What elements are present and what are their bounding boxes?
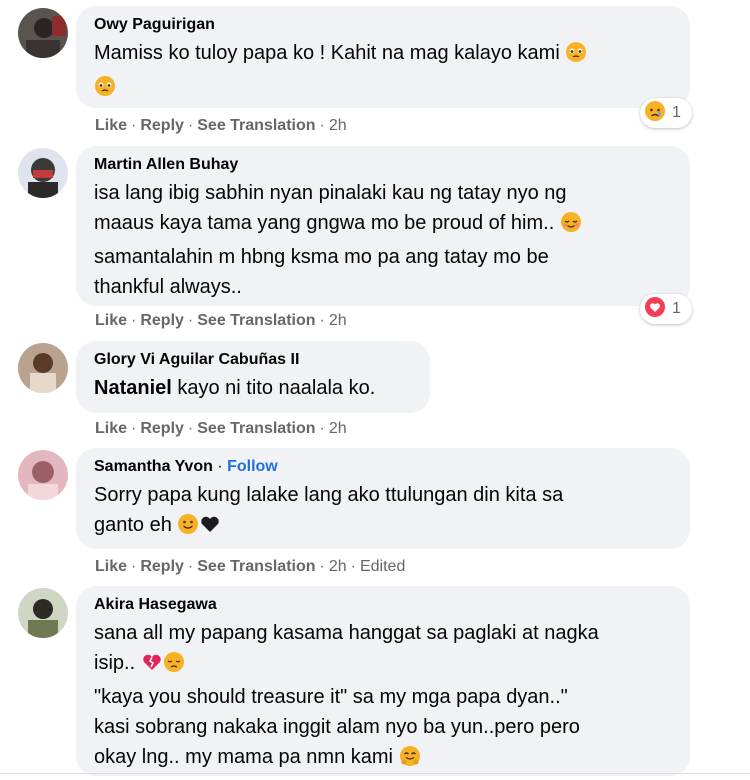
smiling-face-icon — [177, 513, 199, 544]
reply-button[interactable]: Reply — [140, 312, 184, 329]
comment-author: Samantha Yvon · Follow — [94, 458, 278, 475]
avatar[interactable] — [18, 8, 68, 58]
comment-text-line: isip.. — [94, 652, 136, 674]
comment-bubble: Samantha Yvon · Follow Sorry papa kung l… — [76, 448, 690, 549]
comment-text-line: sana all my papang kasama hanggat sa pag… — [94, 622, 599, 644]
comment-actions: Like · Reply · See Translation · 2h · Edited — [95, 558, 406, 575]
comment-text-line: kasi sobrang nakaka inggit alam nyo ba y… — [94, 716, 580, 738]
comment-timestamp[interactable]: 2h — [329, 420, 347, 437]
comment-bubble: Glory Vi Aguilar Cabuñas II Nataniel kay… — [76, 341, 430, 413]
comment-timestamp[interactable]: 2h — [329, 117, 347, 134]
reaction-count: 1 — [672, 300, 681, 317]
comment-text-line: Sorry papa kung lalake lang ako ttulunga… — [94, 484, 564, 506]
avatar[interactable] — [18, 148, 68, 198]
mention-link[interactable]: Nataniel — [94, 377, 172, 399]
comment-actions: Like · Reply · See Translation · 2h — [95, 312, 347, 329]
avatar[interactable] — [18, 588, 68, 638]
see-translation-link[interactable]: See Translation — [197, 558, 315, 575]
comment-text: Mamiss ko tuloy papa ko ! Kahit na mag k… — [94, 42, 560, 64]
reply-button[interactable]: Reply — [140, 558, 184, 575]
comment-text-line: okay lng.. my mama pa nmn kami — [94, 746, 393, 768]
see-translation-link[interactable]: See Translation — [197, 420, 315, 437]
reaction-summary[interactable]: 1 — [640, 294, 692, 324]
like-button[interactable]: Like — [95, 117, 127, 134]
follow-button[interactable]: Follow — [227, 458, 278, 475]
reply-button[interactable]: Reply — [140, 420, 184, 437]
comment-timestamp[interactable]: 2h — [329, 312, 347, 329]
see-translation-link[interactable]: See Translation — [197, 117, 315, 134]
comment-bubble: Akira Hasegawa sana all my papang kasama… — [76, 586, 690, 776]
comment-text: kayo ni tito naalala ko. — [171, 377, 376, 399]
like-button[interactable]: Like — [95, 312, 127, 329]
comment-text-line: samantalahin m hbng ksma mo pa ang tatay… — [94, 246, 549, 268]
sad-face-icon — [644, 100, 666, 127]
comment-author[interactable]: Martin Allen Buhay — [94, 154, 674, 176]
black-heart-icon — [199, 513, 221, 544]
pleading-face-icon — [94, 75, 116, 106]
avatar[interactable] — [18, 343, 68, 393]
reply-button[interactable]: Reply — [140, 117, 184, 134]
comment-bubble: Owy Paguirigan Mamiss ko tuloy papa ko !… — [76, 6, 690, 108]
comment-text-line: ganto eh — [94, 514, 172, 536]
like-button[interactable]: Like — [95, 420, 127, 437]
comment-author[interactable]: Owy Paguirigan — [94, 14, 674, 36]
reaction-summary[interactable]: 1 — [640, 98, 692, 128]
pleading-face-icon — [565, 41, 587, 72]
avatar[interactable] — [18, 450, 68, 500]
comment-actions: Like · Reply · See Translation · 2h — [95, 117, 347, 134]
comment-text-line: "kaya you should treasure it" sa my mga … — [94, 686, 568, 708]
hugging-face-icon — [399, 745, 421, 776]
comment-author[interactable]: Glory Vi Aguilar Cabuñas II — [94, 349, 414, 371]
comment-actions: Like · Reply · See Translation · 2h — [95, 420, 347, 437]
edited-label: Edited — [359, 558, 406, 575]
see-translation-link[interactable]: See Translation — [197, 312, 315, 329]
comment-text-line: thankful always.. — [94, 276, 242, 298]
author-name[interactable]: Samantha Yvon — [94, 458, 213, 475]
reaction-count: 1 — [672, 104, 681, 121]
relieved-face-icon — [560, 211, 582, 242]
comment-author[interactable]: Akira Hasegawa — [94, 594, 674, 616]
comment-timestamp[interactable]: 2h — [329, 558, 347, 575]
divider — [0, 773, 750, 774]
pensive-face-icon — [163, 651, 185, 682]
heart-icon — [644, 296, 666, 323]
comment-text-line: maaus kaya tama yang gngwa mo be proud o… — [94, 212, 555, 234]
broken-heart-icon — [141, 651, 163, 682]
like-button[interactable]: Like — [95, 558, 127, 575]
comment-text-line: isa lang ibig sabhin nyan pinalaki kau n… — [94, 182, 567, 204]
comment-bubble: Martin Allen Buhay isa lang ibig sabhin … — [76, 146, 690, 306]
